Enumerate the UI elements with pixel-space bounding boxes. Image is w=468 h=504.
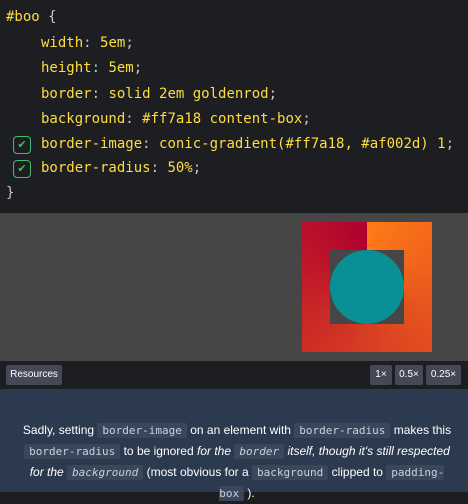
css-value: conic-gradient(#ff7a18, #af002d) 1 [159,136,446,152]
inline-code: border-radius [24,444,121,459]
css-property: width [41,35,84,51]
inline-code: border-image [97,423,187,438]
code-line-height: height: 5em; [41,60,143,76]
zoom-1x-button[interactable]: 1× [370,365,392,385]
code-line-width: width: 5em; [41,35,134,51]
css-property: border-image [41,136,143,152]
boo-element-content [330,250,404,324]
close-brace: } [6,185,15,201]
zoom-0-5x-button[interactable]: 0.5× [395,365,423,385]
css-value: 5em [108,60,134,76]
code-line-border-image: border-image: conic-gradient(#ff7a18, #a… [41,136,455,152]
description-text: Sadly, setting border-image on an elemen… [22,423,452,501]
css-property: background [41,111,126,127]
css-value: 5em [100,35,126,51]
open-brace: { [39,9,57,25]
code-line-border-radius: border-radius: 50%; [41,160,202,176]
css-value: 50% [167,160,193,176]
inline-code: border [234,444,285,459]
css-property: border-radius [41,160,151,176]
css-property: height [41,60,92,76]
code-line-selector: #boo { [6,5,57,29]
code-line-close: } [6,181,14,205]
css-value: #ff7a18 content-box [142,111,303,127]
css-value: solid 2em goldenrod [108,86,269,102]
css-selector: #boo [6,9,40,25]
inline-code: border-radius [294,423,391,438]
checkmark-icon[interactable]: ✔ [13,160,31,178]
checkmark-icon[interactable]: ✔ [13,136,31,154]
code-line-border: border: solid 2em goldenrod; [41,86,278,102]
css-property: border [41,86,92,102]
resources-button[interactable]: Resources [6,365,62,385]
css-code-editor[interactable]: #boo { width: 5em; height: 5em; border: … [0,0,468,213]
code-line-background: background: #ff7a18 content-box; [41,111,311,127]
inline-code: background [67,465,144,480]
zoom-0-25x-button[interactable]: 0.25× [426,365,461,385]
inline-code: background [252,465,329,480]
